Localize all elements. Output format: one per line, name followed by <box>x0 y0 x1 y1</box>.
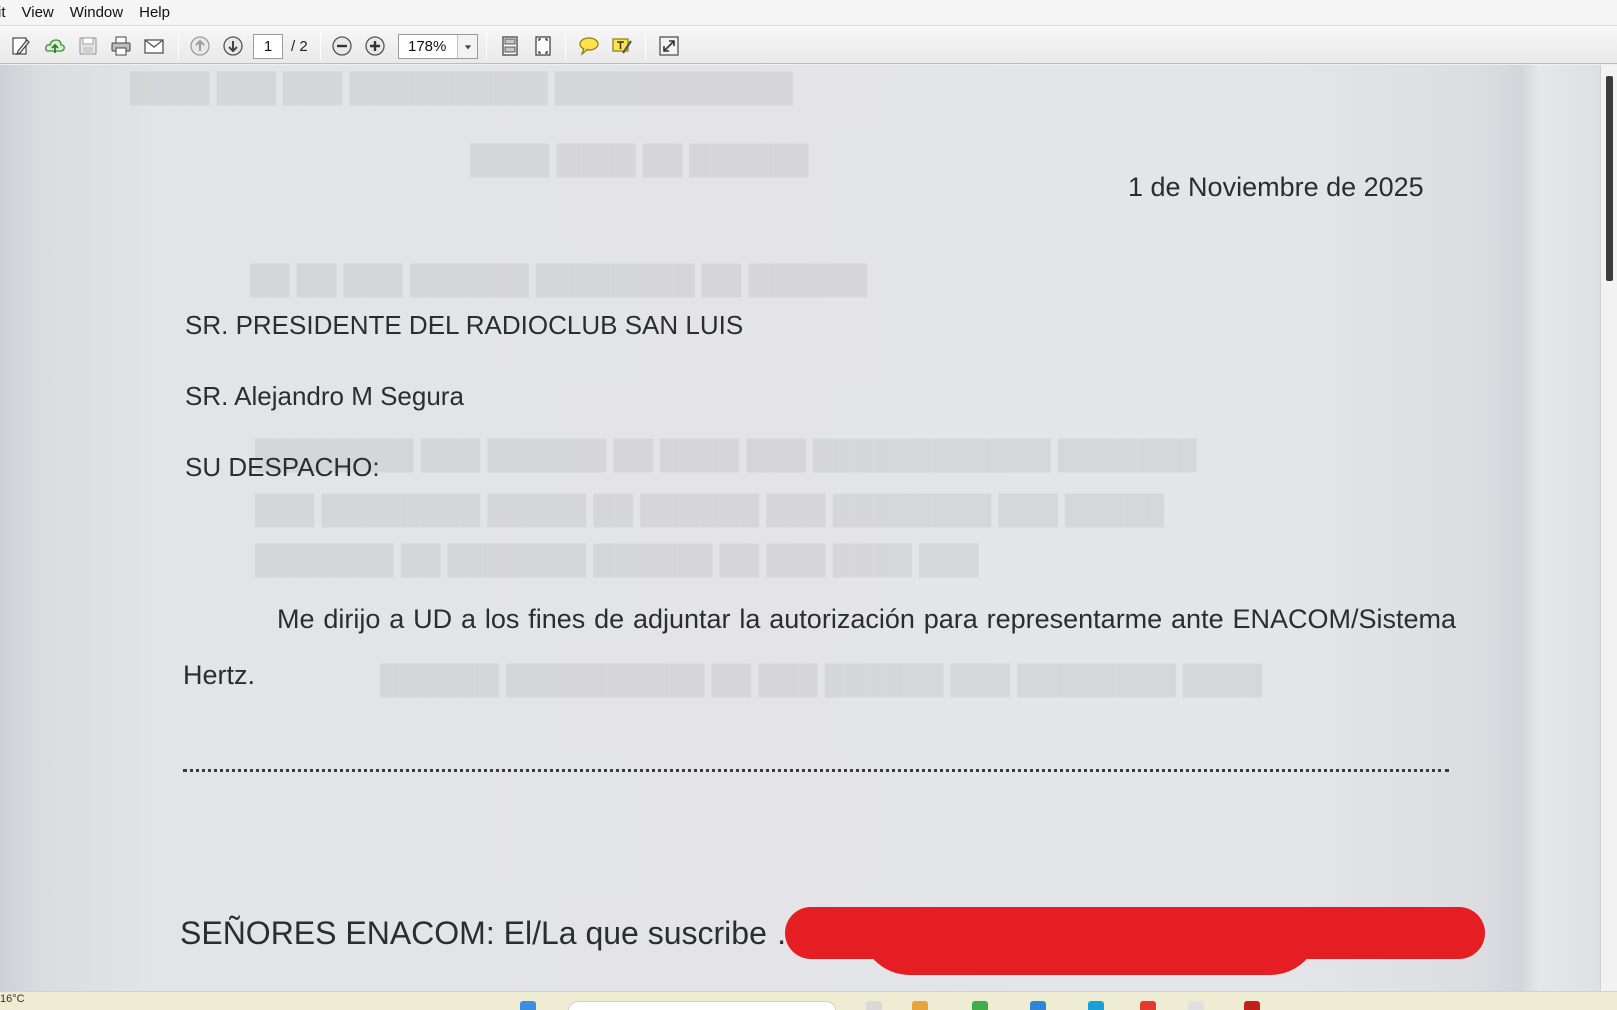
recipient-office: SU DESPACHO: <box>185 452 380 482</box>
document-viewport[interactable]: ████ ███ ███ ██████████ ████████████ ███… <box>0 65 1600 991</box>
taskbar-search[interactable] <box>568 1001 836 1010</box>
zoom-value: 178% <box>408 38 447 55</box>
bleed-through-text: ███████ ██ ███████ ██████ ██ ███ ████ ██… <box>255 545 979 576</box>
scrollbar-thumb[interactable] <box>1606 76 1613 281</box>
zoom-select[interactable]: 178% <box>398 34 478 59</box>
start-icon[interactable] <box>520 1001 536 1010</box>
print-icon[interactable] <box>109 34 133 58</box>
highlight-text-icon[interactable] <box>610 34 634 58</box>
fit-page-icon[interactable] <box>498 34 522 58</box>
pdf-reader-icon[interactable] <box>1244 1001 1260 1010</box>
senores-line: SEÑORES ENACOM: El/La que suscribe …. <box>180 915 817 951</box>
taskbar: 16°C <box>0 991 1617 1010</box>
menu-view[interactable]: View <box>14 0 62 26</box>
toolbar-separator <box>178 32 179 60</box>
page-number-input[interactable]: 1 <box>253 34 283 59</box>
recipient-title: SR. PRESIDENTE DEL RADIOCLUB SAN LUIS <box>185 310 744 340</box>
page-total: / 2 <box>291 38 308 55</box>
toolbar: 1 / 2 178% <box>0 26 1617 64</box>
app-icon[interactable] <box>1088 1001 1104 1010</box>
dotted-separator <box>183 764 1449 772</box>
app-icon[interactable] <box>866 1001 882 1010</box>
app-icon[interactable] <box>1030 1001 1046 1010</box>
next-page-icon[interactable] <box>221 34 245 58</box>
bleed-through-text: ████████ ███ ██████ ██ ████ ███ ████████… <box>255 440 1197 471</box>
comment-icon[interactable] <box>577 34 601 58</box>
bleed-through-text: ███ ████████ █████ ██ ██████ ███ ███████… <box>255 495 1165 526</box>
fit-width-icon[interactable] <box>531 34 555 58</box>
email-icon[interactable] <box>142 34 166 58</box>
upload-icon[interactable] <box>43 34 67 58</box>
save-icon[interactable] <box>76 34 100 58</box>
menu-window[interactable]: Window <box>62 0 131 26</box>
chevron-down-icon[interactable] <box>457 35 477 58</box>
app-icon[interactable] <box>1188 1001 1204 1010</box>
weather-temperature[interactable]: 16°C <box>0 993 25 1005</box>
edit-icon[interactable] <box>9 34 33 58</box>
previous-page-icon[interactable] <box>188 34 212 58</box>
body-paragraph: Me dirijo a UD a los fines de adjuntar l… <box>183 604 1456 690</box>
menu-bar: it View Window Help <box>0 0 1617 26</box>
menu-edit[interactable]: it <box>0 0 14 26</box>
toolbar-separator <box>486 32 487 60</box>
toolbar-separator <box>320 32 321 60</box>
bleed-through-text: ████ ███ ███ ██████████ ████████████ <box>130 73 793 104</box>
bleed-through-text: ██ ██ ███ ██████ ████████ ██ ██████ <box>250 265 868 296</box>
document-date: 1 de Noviembre de 2025 <box>1128 172 1424 202</box>
browser-icon[interactable] <box>1140 1001 1156 1010</box>
bleed-through-text: ████ ████ ██ ██████ <box>470 145 809 176</box>
zoom-in-icon[interactable] <box>363 34 387 58</box>
zoom-out-icon[interactable] <box>330 34 354 58</box>
toolbar-separator <box>645 32 646 60</box>
recipient-name: SR. Alejandro M Segura <box>185 381 464 411</box>
redaction-mark <box>860 925 1320 975</box>
menu-help[interactable]: Help <box>131 0 178 26</box>
vertical-scrollbar[interactable] <box>1600 65 1617 991</box>
app-icon[interactable] <box>972 1001 988 1010</box>
folder-icon[interactable] <box>912 1001 928 1010</box>
fullscreen-icon[interactable] <box>657 34 681 58</box>
toolbar-separator <box>565 32 566 60</box>
